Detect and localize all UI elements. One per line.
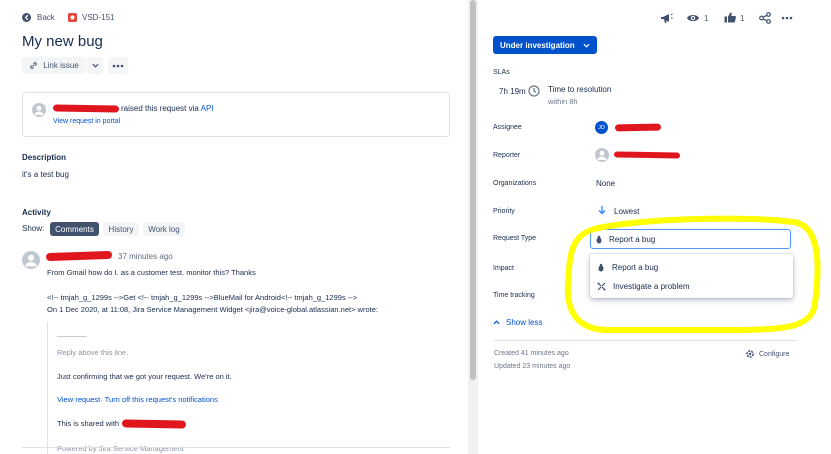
request-type-value: Report a bug <box>609 234 656 244</box>
redacted-commenter <box>45 250 113 262</box>
clock-icon <box>528 85 540 97</box>
gear-icon <box>746 350 754 358</box>
bug-icon <box>598 263 604 271</box>
chevron-down-icon <box>583 43 590 48</box>
back-label: Back <box>37 13 55 22</box>
more-icon[interactable] <box>781 16 793 20</box>
request-info-box: raised this request via API View request… <box>22 92 450 137</box>
redacted-name <box>52 104 120 113</box>
issue-main-panel: Back VSD-151 My new bug Link issue raise… <box>0 0 468 454</box>
assignee-avatar[interactable]: JD <box>595 121 608 134</box>
dropdown-option-report-bug[interactable]: Report a bug <box>590 258 793 276</box>
bug-icon <box>596 235 602 243</box>
status-label: Under investigation <box>500 40 575 50</box>
sla-time: 7h 19m <box>499 87 526 96</box>
comment-time: 37 minutes ago <box>118 252 173 261</box>
sla-name: Time to resolution <box>548 85 612 94</box>
organizations-value[interactable]: None <box>596 179 615 188</box>
configure-button[interactable]: Configure <box>745 349 789 359</box>
view-request-link[interactable]: View request· Turn off this request's no… <box>57 395 218 404</box>
organizations-label: Organizations <box>493 180 537 187</box>
show-less-label: Show less <box>506 318 543 327</box>
request-type-label: Request Type <box>493 235 537 242</box>
comment-line-2: <!-- tmjah_g_1299s -->Get <!-- tmjah_g_1… <box>47 293 358 302</box>
quote-bar <box>47 322 48 454</box>
investigate-icon <box>597 282 606 290</box>
comment-line-3: On 1 Dec 2020, at 11:08, Jira Service Ma… <box>47 305 378 314</box>
impact-label: Impact <box>493 265 515 272</box>
issue-key-link[interactable]: VSD-151 <box>68 13 114 22</box>
watch-count: 1 <box>704 14 709 23</box>
tab-history[interactable]: History <box>103 222 139 236</box>
feedback-megaphone-icon[interactable] <box>660 12 673 24</box>
more-actions-button[interactable] <box>108 57 128 74</box>
arrow-down-icon <box>598 206 606 215</box>
assignee-label: Assignee <box>493 124 522 131</box>
configure-label: Configure <box>759 350 790 358</box>
shared-with-text: This is shared with <box>57 419 120 428</box>
tab-comments[interactable]: Comments <box>50 222 99 236</box>
via-link[interactable]: API <box>201 104 214 113</box>
cutoff-text: Powered by Jira Service Management <box>57 444 184 453</box>
more-icon <box>112 64 124 67</box>
issue-details-panel: 1 1 Under investigation SLAs 7h 19m Time… <box>478 0 831 454</box>
raised-label: raised this request via <box>121 104 199 113</box>
quote-rule: __________ <box>57 330 87 337</box>
description-heading: Description <box>22 153 67 162</box>
raised-text: raised this request via API <box>121 104 214 113</box>
time-tracking-label: Time tracking <box>493 292 535 299</box>
confirm-text: Just confirming that we got your request… <box>57 372 232 381</box>
issue-key: VSD-151 <box>82 13 115 22</box>
back-link[interactable]: Back <box>22 13 55 22</box>
link-issue-label: Link issue <box>43 61 79 70</box>
updated-text: Updated 23 minutes ago <box>494 363 571 370</box>
priority-value[interactable]: Lowest <box>614 207 639 216</box>
dropdown-option-investigate[interactable]: Investigate a problem <box>590 277 793 295</box>
created-text: Created 41 minutes ago <box>494 350 569 357</box>
bug-type-icon <box>68 13 77 22</box>
avatar <box>32 103 46 117</box>
dropdown-option-label: Investigate a problem <box>613 281 690 291</box>
tab-work-log[interactable]: Work log <box>143 222 185 236</box>
request-type-select[interactable]: Report a bug <box>590 229 791 249</box>
priority-label: Priority <box>493 208 515 215</box>
reply-above-text: Reply above this line. <box>57 348 129 357</box>
share-icon[interactable] <box>759 12 771 24</box>
link-issue-button[interactable]: Link issue <box>22 57 86 74</box>
link-issue-dropdown-button[interactable] <box>87 57 103 74</box>
status-button[interactable]: Under investigation <box>493 36 597 54</box>
chevron-up-icon <box>493 320 500 325</box>
description-text: it's a test bug <box>22 170 69 179</box>
dropdown-option-label: Report a bug <box>612 262 659 272</box>
eye-icon[interactable] <box>686 13 700 23</box>
comment-avatar <box>22 251 40 269</box>
divider <box>493 340 796 341</box>
sla-within: within 8h <box>548 97 578 106</box>
divider <box>22 447 450 448</box>
show-less-link[interactable]: Show less <box>493 318 542 327</box>
redacted-shared <box>121 419 187 429</box>
redacted-reporter <box>613 151 681 159</box>
chevron-down-icon <box>91 63 99 68</box>
arrow-left-icon <box>22 13 31 22</box>
activity-show-label: Show: <box>22 224 45 233</box>
slas-heading: SLAs <box>493 69 510 76</box>
redacted-assignee <box>614 123 662 132</box>
activity-heading: Activity <box>22 208 51 217</box>
page-title: My new bug <box>22 33 103 50</box>
thumbs-up-icon[interactable] <box>724 12 736 23</box>
link-icon <box>30 62 37 69</box>
view-request-portal-link[interactable]: View request in portal <box>53 118 120 125</box>
comment-line-1: From Gmail how do I. as a customer test.… <box>47 268 256 277</box>
request-type-dropdown: Report a bug Investigate a problem <box>590 254 793 298</box>
scrollbar-thumb[interactable] <box>470 0 476 380</box>
reporter-avatar[interactable] <box>595 148 609 162</box>
vote-count: 1 <box>740 14 745 23</box>
reporter-label: Reporter <box>493 152 521 159</box>
